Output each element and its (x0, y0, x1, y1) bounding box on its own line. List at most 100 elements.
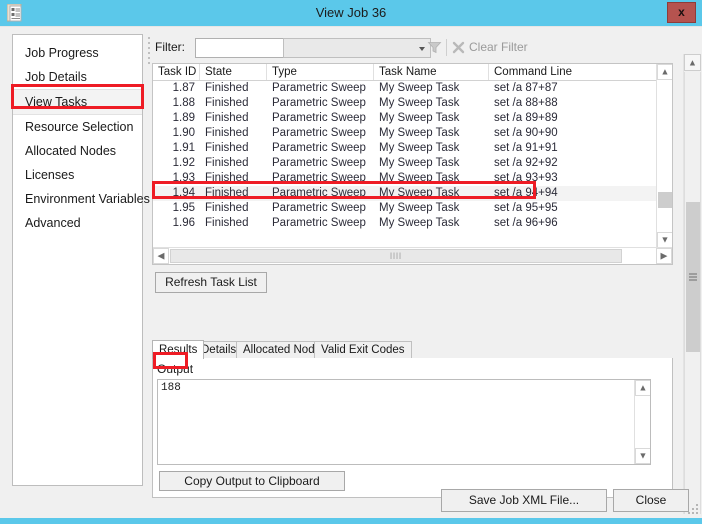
column-header-state[interactable]: State (200, 64, 267, 80)
sidebar-item-environment-variables[interactable]: Environment Variables (13, 187, 150, 211)
table-row[interactable]: 1.87 Finished Parametric Sweep My Sweep … (153, 81, 657, 96)
grid-vertical-scrollbar[interactable]: ▲ ▼ (656, 64, 672, 248)
cell-task-id: 1.94 (172, 187, 195, 199)
close-dialog-button[interactable]: Close (613, 489, 689, 512)
grid-scroll-thumb[interactable] (658, 192, 672, 208)
cell-command-line: set /a 95+95 (494, 202, 558, 214)
table-row[interactable]: 1.92 Finished Parametric Sweep My Sweep … (153, 156, 657, 171)
window-close-button[interactable]: x (667, 2, 696, 23)
copy-output-to-clipboard-button[interactable]: Copy Output to Clipboard (159, 471, 345, 491)
grid-hscroll-thumb[interactable]: llll (170, 249, 622, 263)
task-grid-body: 1.87 Finished Parametric Sweep My Sweep … (153, 81, 657, 231)
grid-scroll-left-button[interactable]: ◀ (153, 248, 169, 264)
sidebar-item-job-details[interactable]: Job Details (13, 65, 142, 89)
cell-type: Parametric Sweep (272, 142, 366, 154)
cell-task-name: My Sweep Task (379, 187, 460, 199)
sidebar-item-label: Job Details (25, 70, 87, 84)
dialog-vertical-scrollbar[interactable]: ▲ (683, 54, 701, 514)
cell-state: Finished (205, 202, 249, 214)
sidebar-item-label: View Tasks (25, 95, 88, 109)
output-vertical-scrollbar[interactable]: ▲ ▼ (634, 380, 650, 464)
table-row[interactable]: 1.95 Finished Parametric Sweep My Sweep … (153, 201, 657, 216)
sidebar-item-label: Advanced (25, 216, 81, 230)
table-row[interactable]: 1.96 Finished Parametric Sweep My Sweep … (153, 216, 657, 231)
clear-filter-button[interactable]: Clear Filter (469, 40, 528, 54)
output-scroll-down-button[interactable]: ▼ (635, 448, 650, 464)
cell-state: Finished (205, 112, 249, 124)
table-row[interactable]: 1.89 Finished Parametric Sweep My Sweep … (153, 111, 657, 126)
cell-state: Finished (205, 217, 249, 229)
cell-task-id: 1.91 (172, 142, 195, 154)
cell-type: Parametric Sweep (272, 127, 366, 139)
dialog-scroll-up-button[interactable]: ▲ (684, 54, 701, 71)
column-header-command-line[interactable]: Command Line (489, 64, 657, 80)
save-job-xml-file-button[interactable]: Save Job XML File... (441, 489, 607, 512)
sidebar-item-resource-selection[interactable]: Resource Selection (13, 115, 142, 139)
sidebar-item-allocated-nodes[interactable]: Allocated Nodes (13, 139, 142, 163)
cell-type: Parametric Sweep (272, 172, 366, 184)
output-scroll-up-button[interactable]: ▲ (635, 380, 650, 396)
filter-value-combobox[interactable] (283, 38, 431, 58)
cell-state: Finished (205, 127, 249, 139)
funnel-icon[interactable] (427, 40, 442, 55)
dialog-scroll-track[interactable] (684, 72, 701, 514)
cell-type: Parametric Sweep (272, 97, 366, 109)
sidebar-item-label: Resource Selection (25, 120, 134, 134)
tab-results[interactable]: Results (152, 340, 205, 359)
cell-type: Parametric Sweep (272, 187, 366, 199)
sidebar-item-licenses[interactable]: Licenses (13, 163, 142, 187)
cell-task-id: 1.88 (172, 97, 195, 109)
tab-valid-exit-codes[interactable]: Valid Exit Codes (314, 341, 412, 359)
chevron-up-icon: ▲ (638, 382, 648, 393)
sidebar-item-label: Allocated Nodes (25, 144, 117, 158)
cell-task-id: 1.93 (172, 172, 195, 184)
cell-type: Parametric Sweep (272, 217, 366, 229)
cell-state: Finished (205, 82, 249, 94)
chevron-down-icon (419, 47, 425, 51)
grid-scroll-down-button[interactable]: ▼ (657, 232, 672, 248)
cell-state: Finished (205, 187, 249, 199)
navigation-list: Job Progress Job Details View Tasks Reso… (13, 35, 150, 235)
cell-type: Parametric Sweep (272, 157, 366, 169)
table-row[interactable]: 1.88 Finished Parametric Sweep My Sweep … (153, 96, 657, 111)
cell-task-name: My Sweep Task (379, 217, 460, 229)
cell-task-name: My Sweep Task (379, 202, 460, 214)
cell-command-line: set /a 93+93 (494, 172, 558, 184)
panel-splitter-handle[interactable] (148, 37, 151, 64)
filter-bar: Filter: Clear Filter (155, 37, 655, 59)
column-header-type[interactable]: Type (267, 64, 374, 80)
cell-task-id: 1.95 (172, 202, 195, 214)
grid-scroll-up-button[interactable]: ▲ (657, 64, 672, 80)
task-list-grid: Task ID State Type Task Name Command Lin… (152, 63, 673, 265)
clear-x-icon[interactable] (452, 41, 465, 54)
cell-task-id: 1.96 (172, 217, 195, 229)
window-resize-grip[interactable] (688, 504, 699, 515)
column-header-task-id[interactable]: Task ID (153, 64, 200, 80)
table-row[interactable]: 1.93 Finished Parametric Sweep My Sweep … (153, 171, 657, 186)
cell-command-line: set /a 94+94 (494, 187, 558, 199)
dialog-scroll-thumb[interactable] (686, 202, 700, 352)
sidebar-item-advanced[interactable]: Advanced (13, 211, 142, 235)
sidebar-item-job-progress[interactable]: Job Progress (13, 41, 142, 65)
chevron-up-icon: ▲ (660, 66, 670, 77)
filter-label: Filter: (155, 40, 185, 54)
sidebar-item-label: Environment Variables (25, 192, 150, 206)
cell-command-line: set /a 92+92 (494, 157, 558, 169)
sidebar-item-label: Licenses (25, 168, 75, 182)
table-row-selected[interactable]: 1.94 Finished Parametric Sweep My Sweep … (153, 186, 657, 201)
output-textarea[interactable]: 188 ▲ ▼ (157, 379, 651, 465)
cell-state: Finished (205, 157, 249, 169)
cell-task-id: 1.87 (172, 82, 195, 94)
grid-horizontal-scrollbar[interactable]: ◀ llll ▶ (153, 247, 672, 264)
grid-scroll-right-button[interactable]: ▶ (656, 248, 672, 264)
table-row[interactable]: 1.91 Finished Parametric Sweep My Sweep … (153, 141, 657, 156)
cell-task-id: 1.92 (172, 157, 195, 169)
column-header-task-name[interactable]: Task Name (374, 64, 489, 80)
cell-task-id: 1.89 (172, 112, 195, 124)
sidebar-item-view-tasks[interactable]: View Tasks (13, 89, 142, 115)
table-row[interactable]: 1.90 Finished Parametric Sweep My Sweep … (153, 126, 657, 141)
refresh-task-list-button[interactable]: Refresh Task List (155, 272, 267, 293)
cell-type: Parametric Sweep (272, 112, 366, 124)
cell-command-line: set /a 87+87 (494, 82, 558, 94)
dialog-client-area: ▲ Job Progress Job Details View Tasks Re… (0, 26, 702, 518)
